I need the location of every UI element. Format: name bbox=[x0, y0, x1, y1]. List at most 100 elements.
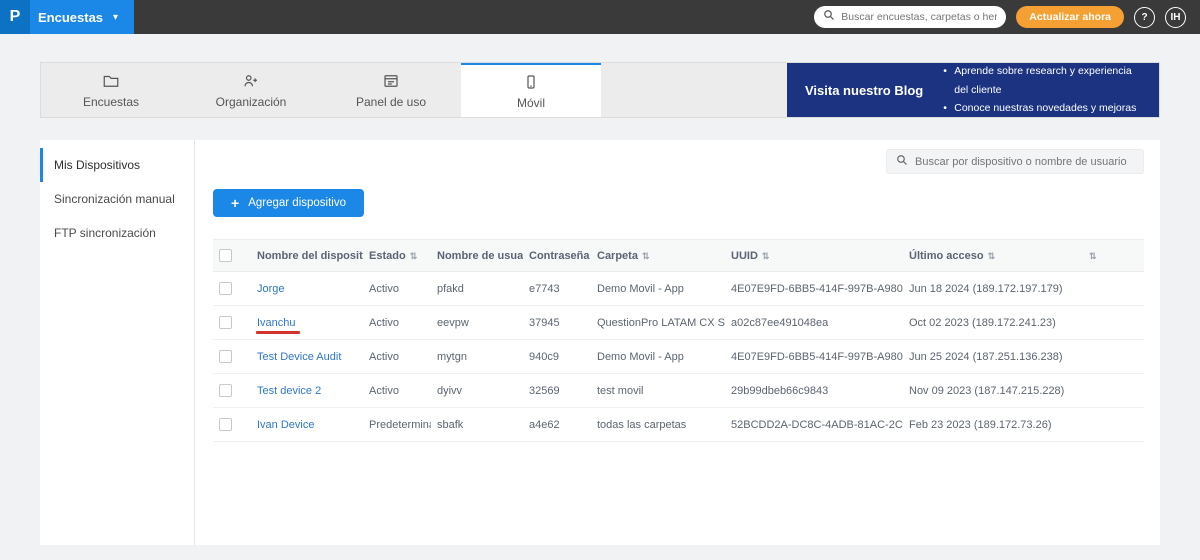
device-status: Activo bbox=[363, 272, 431, 306]
device-folder: test movil bbox=[591, 374, 725, 408]
device-password: a4e62 bbox=[523, 408, 591, 442]
device-folder: QuestionPro LATAM CX System bbox=[591, 306, 725, 340]
app-menu-label: Encuestas bbox=[38, 10, 103, 25]
table-row: Ivanchu Activoeevpw37945QuestionPro LATAM… bbox=[213, 306, 1144, 340]
sort-icon[interactable]: ⇅ bbox=[642, 251, 650, 261]
device-username: mytgn bbox=[431, 340, 523, 374]
row-checkbox[interactable] bbox=[219, 316, 232, 329]
sort-icon[interactable]: ⇅ bbox=[762, 251, 770, 261]
chevron-down-icon: ▾ bbox=[113, 12, 118, 23]
plus-icon: + bbox=[231, 195, 239, 211]
blog-banner[interactable]: Visita nuestro Blog Aprende sobre resear… bbox=[787, 63, 1159, 117]
device-last-access: Nov 09 2023 (187.147.215.228) bbox=[903, 374, 1079, 408]
add-device-button[interactable]: + Agregar dispositivo bbox=[213, 189, 364, 217]
table-row: Jorge Activopfakde7743Demo Movil - App4E0… bbox=[213, 272, 1144, 306]
device-status: Activo bbox=[363, 374, 431, 408]
empty-cell bbox=[1079, 272, 1144, 306]
sidebar-item-sincronizacion-manual[interactable]: Sincronización manual bbox=[40, 182, 194, 216]
table-row: Test device 2Activodyivv32569test movil2… bbox=[213, 374, 1144, 408]
empty-cell bbox=[1079, 340, 1144, 374]
tab-panel-de-uso[interactable]: Panel de uso bbox=[321, 63, 461, 117]
sort-icon[interactable]: ⇅ bbox=[1089, 251, 1097, 261]
blog-bullets: Aprende sobre research y experiencia del… bbox=[943, 62, 1141, 119]
device-password: 32569 bbox=[523, 374, 591, 408]
global-search bbox=[814, 6, 1006, 28]
device-status: Activo bbox=[363, 306, 431, 340]
tab-encuestas[interactable]: Encuestas bbox=[41, 63, 181, 117]
blog-title: Visita nuestro Blog bbox=[805, 83, 923, 98]
column-header-nombre-del-dispositivo[interactable]: Nombre del dispositivo⇅ bbox=[251, 240, 363, 272]
tabstrip: EncuestasOrganizaciónPanel de usoMóvil V… bbox=[40, 62, 1160, 118]
org-people-icon bbox=[242, 72, 260, 90]
device-name-link[interactable]: Test device 2 bbox=[257, 385, 321, 397]
column-header-uuid[interactable]: UUID⇅ bbox=[725, 240, 903, 272]
empty-cell bbox=[1079, 408, 1144, 442]
device-folder: Demo Movil - App bbox=[591, 340, 725, 374]
device-uuid: 29b99dbeb66c9843 bbox=[725, 374, 903, 408]
questionpro-logo: P bbox=[0, 0, 30, 34]
tab-movil[interactable]: Móvil bbox=[461, 63, 601, 117]
tab-organizacion[interactable]: Organización bbox=[181, 63, 321, 117]
device-password: 940c9 bbox=[523, 340, 591, 374]
device-status: Activo bbox=[363, 340, 431, 374]
topbar-right: Actualizar ahora ? IH bbox=[814, 6, 1186, 28]
device-uuid: 4E07E9FD-6BB5-414F-997B-A980C0FA69DD bbox=[725, 272, 903, 306]
global-search-input[interactable] bbox=[841, 11, 997, 23]
device-folder: Demo Movil - App bbox=[591, 272, 725, 306]
blog-bullet: Aprende sobre research y experiencia del… bbox=[943, 62, 1141, 100]
sort-icon[interactable]: ⇅ bbox=[410, 251, 418, 261]
device-username: eevpw bbox=[431, 306, 523, 340]
device-password: 37945 bbox=[523, 306, 591, 340]
device-search-input[interactable] bbox=[915, 156, 1134, 168]
row-checkbox[interactable] bbox=[219, 384, 232, 397]
device-uuid: 52BCDD2A-DC8C-4ADB-81AC-2C913A6390C7 bbox=[725, 408, 903, 442]
device-search bbox=[886, 149, 1144, 174]
mobile-icon bbox=[522, 73, 540, 91]
empty-cell bbox=[1079, 374, 1144, 408]
avatar[interactable]: IH bbox=[1165, 7, 1186, 28]
device-name-link[interactable]: Test Device Audit bbox=[257, 351, 341, 363]
main-panel: + Agregar dispositivo Nombre del disposi… bbox=[195, 140, 1160, 545]
sidebar: Mis DispositivosSincronización manualFTP… bbox=[40, 140, 195, 545]
sidebar-item-ftp-sincronizacion[interactable]: FTP sincronización bbox=[40, 216, 194, 250]
search-icon bbox=[823, 8, 835, 26]
topbar: P Encuestas ▾ Actualizar ahora ? IH bbox=[0, 0, 1200, 34]
tabs: EncuestasOrganizaciónPanel de usoMóvil bbox=[41, 63, 601, 117]
update-now-button[interactable]: Actualizar ahora bbox=[1016, 6, 1124, 28]
device-username: pfakd bbox=[431, 272, 523, 306]
device-last-access: Jun 25 2024 (187.251.136.238) bbox=[903, 340, 1079, 374]
folder-icon bbox=[102, 72, 120, 90]
select-all-checkbox[interactable] bbox=[219, 249, 232, 262]
help-button[interactable]: ? bbox=[1134, 7, 1155, 28]
empty-cell bbox=[1079, 306, 1144, 340]
sidebar-item-mis-dispositivos[interactable]: Mis Dispositivos bbox=[40, 148, 194, 182]
sort-icon[interactable]: ⇅ bbox=[988, 251, 996, 261]
device-name-link[interactable]: Jorge bbox=[257, 283, 285, 295]
device-uuid: a02c87ee491048ea bbox=[725, 306, 903, 340]
devices-table: Nombre del dispositivo⇅Estado⇅Nombre de … bbox=[213, 239, 1144, 442]
device-password: e7743 bbox=[523, 272, 591, 306]
row-checkbox[interactable] bbox=[219, 350, 232, 363]
column-header-estado[interactable]: Estado⇅ bbox=[363, 240, 431, 272]
device-last-access: Feb 23 2023 (189.172.73.26) bbox=[903, 408, 1079, 442]
device-last-access: Oct 02 2023 (189.172.241.23) bbox=[903, 306, 1079, 340]
column-header-nombre-de-usuario[interactable]: Nombre de usuario⇅ bbox=[431, 240, 523, 272]
device-uuid: 4E07E9FD-6BB5-414F-997B-A980C0FA69DD bbox=[725, 340, 903, 374]
row-checkbox[interactable] bbox=[219, 282, 232, 295]
table-row: Ivan Device Predeterminadosbafka4e62todas… bbox=[213, 408, 1144, 442]
column-header-carpeta[interactable]: Carpeta⇅ bbox=[591, 240, 725, 272]
device-username: sbafk bbox=[431, 408, 523, 442]
column-header-extra[interactable]: ⇅ bbox=[1079, 240, 1144, 272]
column-header-contrasena[interactable]: Contraseña⇅ bbox=[523, 240, 591, 272]
device-last-access: Jun 18 2024 (189.172.197.179) bbox=[903, 272, 1079, 306]
device-folder: todas las carpetas bbox=[591, 408, 725, 442]
device-status: Predeterminado bbox=[363, 408, 431, 442]
red-underline-annotation bbox=[256, 331, 300, 334]
row-checkbox[interactable] bbox=[219, 418, 232, 431]
device-name-link[interactable]: Ivan Device bbox=[257, 419, 314, 431]
column-header-ultimo-acceso[interactable]: Último acceso⇅ bbox=[903, 240, 1079, 272]
content: Mis DispositivosSincronización manualFTP… bbox=[40, 140, 1160, 545]
table-row: Test Device Audit Activomytgn940c9Demo Mo… bbox=[213, 340, 1144, 374]
device-name-link[interactable]: Ivanchu bbox=[257, 317, 296, 329]
surveys-menu-button[interactable]: P Encuestas ▾ bbox=[0, 0, 134, 34]
